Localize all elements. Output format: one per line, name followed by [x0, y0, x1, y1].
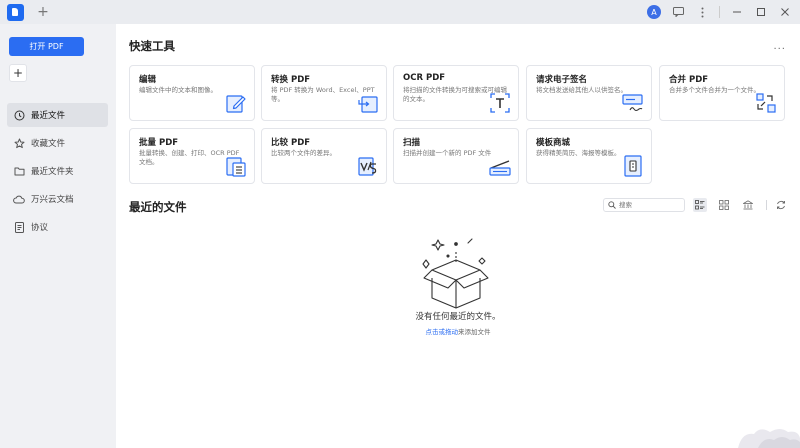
tool-card-batch-pdf[interactable]: 批量 PDF 批量转换、创建、打印、OCR PDF 文档。 [129, 128, 255, 184]
archive-view-button[interactable] [741, 198, 755, 212]
cloud-icon [13, 193, 25, 205]
list-view-button[interactable] [693, 198, 707, 212]
card-title: 合并 PDF [669, 75, 709, 85]
card-title: 扫描 [403, 138, 421, 148]
batch-icon [226, 157, 246, 177]
titlebar-divider [719, 6, 720, 18]
tool-card-scan[interactable]: 扫描 扫描并创建一个新的 PDF 文件 [393, 128, 519, 184]
tool-card-merge-pdf[interactable]: 合并 PDF 合并多个文件合并为一个文件。 [659, 65, 785, 121]
card-title: 批量 PDF [139, 138, 179, 148]
sidebar-item-favorites[interactable]: 收藏文件 [7, 131, 108, 155]
ocr-icon [490, 93, 510, 113]
card-title: 转换 PDF [271, 75, 311, 85]
card-title: 模板商城 [536, 138, 571, 148]
message-icon[interactable] [671, 5, 685, 19]
search-icon [608, 201, 616, 209]
more-vertical-icon[interactable] [695, 5, 709, 19]
sidebar-item-recent-folders[interactable]: 最近文件夹 [7, 159, 108, 183]
sidebar-item-label: 协议 [31, 223, 49, 233]
empty-state-title: 没有任何最近的文件。 [415, 312, 501, 322]
sidebar-item-cloud-docs[interactable]: 万兴云文档 [7, 187, 108, 211]
card-title: OCR PDF [403, 73, 446, 83]
maximize-icon[interactable] [754, 5, 768, 19]
sidebar-item-label: 收藏文件 [31, 139, 66, 149]
folder-icon [13, 165, 25, 177]
quick-tools-title: 快速工具 [129, 39, 175, 53]
clock-icon [13, 109, 25, 121]
click-or-drag-link[interactable]: 点击或拖动 [426, 328, 459, 336]
app-logo-icon [7, 4, 24, 21]
title-bar: + A [0, 0, 800, 24]
empty-state-hint-suffix: 来添加文件 [458, 328, 491, 336]
sidebar-item-label: 最近文件 [31, 111, 66, 121]
signature-icon [622, 94, 643, 112]
compare-icon [358, 157, 377, 176]
card-title: 请求电子签名 [536, 75, 588, 85]
sidebar-item-label: 万兴云文档 [31, 195, 74, 205]
sidebar-item-agreements[interactable]: 协议 [7, 215, 108, 239]
search-box[interactable] [603, 198, 685, 212]
minimize-icon[interactable] [730, 5, 744, 19]
empty-state-hint: 点击或拖动来添加文件 [116, 326, 800, 336]
window-controls: A [647, 3, 792, 21]
star-icon [13, 137, 25, 149]
tool-card-template-store[interactable]: 模板商城 获得精美简历、海报等模板。 [526, 128, 652, 184]
scan-icon [489, 160, 511, 176]
recent-files-title: 最近的文件 [129, 200, 187, 214]
convert-icon [358, 96, 378, 113]
template-icon [624, 155, 642, 177]
card-title: 编辑 [139, 75, 157, 85]
tool-card-convert-pdf[interactable]: 转换 PDF 将 PDF 转换为 Word、Excel、PPT等。 [261, 65, 387, 121]
grid-view-button[interactable] [717, 198, 731, 212]
close-icon[interactable] [778, 5, 792, 19]
search-input[interactable] [619, 200, 681, 210]
empty-box-illustration [422, 238, 489, 309]
list-view-icon [695, 200, 705, 210]
tool-card-ocr-pdf[interactable]: OCR PDF 将扫描的文件转换为可搜索或可编辑的文本。 [393, 65, 519, 121]
avatar[interactable]: A [647, 5, 661, 19]
tool-card-compare-pdf[interactable]: 比较 PDF 比较两个文件的差异。 [261, 128, 387, 184]
new-tab-button[interactable]: + [36, 3, 50, 21]
refresh-button[interactable] [774, 198, 788, 212]
edit-icon [226, 95, 246, 113]
refresh-icon [777, 200, 785, 210]
toolbar-divider [766, 200, 767, 210]
grid-view-icon [719, 200, 729, 210]
document-icon [13, 221, 25, 233]
decorative-shape [738, 429, 800, 448]
building-icon [743, 200, 753, 210]
add-button[interactable]: + [9, 64, 27, 82]
sidebar: 打开 PDF + 最近文件 收藏文件 最近文件夹 万兴云文档 协议 [0, 24, 116, 448]
tool-card-request-signature[interactable]: 请求电子签名 将文档发送给其他人以供签名。 [526, 65, 652, 121]
card-title: 比较 PDF [271, 138, 311, 148]
more-options-button[interactable]: ... [773, 41, 786, 52]
sidebar-item-label: 最近文件夹 [31, 167, 74, 177]
tool-card-edit[interactable]: 编辑 编辑文件中的文本和图像。 [129, 65, 255, 121]
merge-icon [756, 93, 776, 113]
open-pdf-button[interactable]: 打开 PDF [9, 37, 84, 56]
sidebar-item-recent-files[interactable]: 最近文件 [7, 103, 108, 127]
sidebar-nav: 最近文件 收藏文件 最近文件夹 万兴云文档 协议 [7, 103, 108, 243]
main-panel: 快速工具 ... 编辑 编辑文件中的文本和图像。 转换 PDF 将 PDF 转换… [116, 24, 800, 448]
